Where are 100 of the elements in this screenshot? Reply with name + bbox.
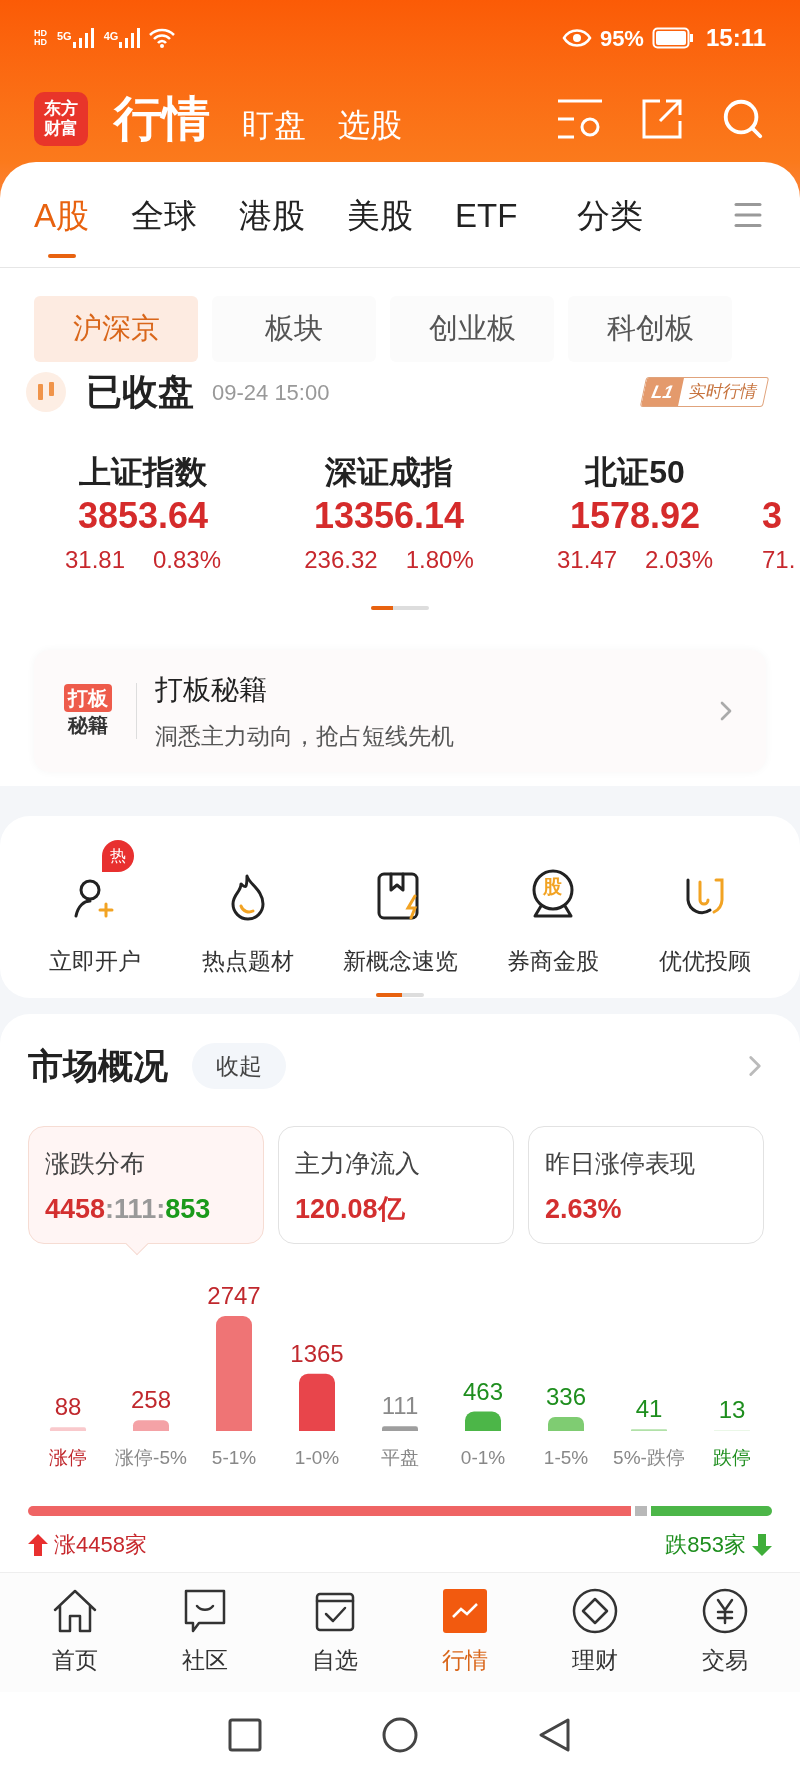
- stat-value: 120.08亿: [295, 1192, 405, 1226]
- promo-subtitle: 洞悉主力动向，抢占短线先机: [155, 721, 454, 751]
- shortcut-label[interactable]: 新概念速览: [342, 944, 458, 979]
- page-indicator: [371, 606, 429, 610]
- shortcut-label[interactable]: 优优投顾: [659, 944, 751, 979]
- sim-label: HD: [34, 29, 47, 38]
- promo-title: 打板秘籍: [155, 672, 268, 707]
- bar-category: 涨停: [49, 1447, 87, 1468]
- list-settings-icon[interactable]: [556, 97, 604, 141]
- index-name: 北证50: [585, 453, 685, 492]
- bar-value: 1365: [290, 1339, 344, 1367]
- app-logo: 东方 财富: [34, 92, 88, 146]
- bar-category: 跌停: [713, 1447, 751, 1468]
- close-time: 09-24 15:00: [212, 378, 330, 407]
- index-value: 3: [762, 494, 783, 538]
- clock: 15:11: [705, 23, 766, 53]
- stat-label: 昨日涨停表现: [545, 1148, 696, 1179]
- shortcut-label[interactable]: 立即开户: [49, 944, 141, 979]
- bar-value: 336: [546, 1382, 586, 1410]
- signal-icon: [71, 28, 94, 48]
- nav-tab[interactable]: 行情: [410, 1587, 520, 1678]
- nav-tab[interactable]: 首页: [20, 1587, 130, 1678]
- bar-category: 5%-跌停: [613, 1447, 685, 1468]
- stat-value: 853: [165, 1192, 211, 1226]
- chat-icon: [183, 1588, 227, 1635]
- bar-category: 0-1%: [460, 1447, 506, 1468]
- index-change: 236.32: [304, 545, 378, 575]
- shortcut-label[interactable]: 热点题材: [201, 944, 294, 979]
- bar-category: 5-1%: [211, 1447, 257, 1468]
- index-change: 71.: [762, 545, 796, 575]
- section-title: 市场概况: [28, 1044, 168, 1087]
- index-percent: 0.83%: [153, 545, 222, 575]
- nav-tab[interactable]: 理财: [540, 1587, 650, 1678]
- up-count: 涨4458家: [54, 1531, 147, 1559]
- stat-label: 主力净流入: [295, 1148, 421, 1179]
- market-tab[interactable]: 港股: [239, 171, 305, 258]
- index-name: 深证成指: [325, 453, 453, 492]
- bar: [465, 1411, 501, 1431]
- back-icon[interactable]: [538, 1717, 572, 1753]
- bar-category: 1-5%: [543, 1447, 589, 1468]
- index-change: 31.81: [64, 545, 125, 575]
- wifi-icon: [148, 27, 177, 49]
- sub-tab[interactable]: 板块: [212, 296, 376, 362]
- promo-banner[interactable]: 打板 秘籍 打板秘籍 洞悉主力动向，抢占短线先机: [34, 650, 766, 772]
- bar-value: 2747: [207, 1282, 261, 1309]
- sub-tab[interactable]: 创业板: [390, 296, 554, 362]
- market-tab[interactable]: 美股: [347, 171, 413, 258]
- sim-label: HD: [34, 38, 47, 47]
- bar-value: 41: [635, 1395, 663, 1423]
- page-indicator: [376, 992, 424, 997]
- market-status: 已收盘: [86, 370, 194, 414]
- bar-value: 13: [718, 1396, 746, 1424]
- bar: [299, 1373, 335, 1431]
- nav-tab[interactable]: 社区: [150, 1587, 260, 1678]
- promo-logo: 打板 秘籍: [58, 684, 118, 738]
- home-circle-icon[interactable]: [382, 1717, 418, 1753]
- down-count: 跌853家: [665, 1531, 746, 1559]
- bar-category: 涨停-5%: [115, 1447, 187, 1468]
- arrow-down-icon: [752, 1533, 772, 1556]
- shortcut-label[interactable]: 券商金股: [506, 944, 599, 979]
- index-value: 3853.64: [77, 494, 209, 538]
- index-percent: 2.03%: [645, 545, 714, 575]
- trend-chart-icon: [443, 1589, 487, 1634]
- collapse-button[interactable]: 收起: [192, 1043, 286, 1089]
- market-tab[interactable]: 全球: [131, 171, 197, 258]
- bar: [548, 1416, 584, 1431]
- index-percent: 1.80%: [405, 545, 474, 575]
- stat-card[interactable]: 主力净流入 120.08亿: [278, 1126, 514, 1244]
- battery-percent: 95%: [599, 24, 644, 53]
- bar: [133, 1420, 169, 1431]
- bar-value: 111: [381, 1392, 419, 1420]
- recent-apps-icon[interactable]: [228, 1718, 262, 1752]
- index-value: 13356.14: [313, 494, 465, 538]
- page-title: 行情: [114, 91, 210, 147]
- diamond-circle-icon: [572, 1588, 618, 1635]
- bar-category: 1-0%: [294, 1447, 340, 1468]
- share-icon[interactable]: [640, 97, 684, 141]
- battery-icon: [651, 27, 694, 49]
- stat-card[interactable]: 昨日涨停表现 2.63%: [528, 1126, 764, 1244]
- sub-tab[interactable]: 科创板: [568, 296, 732, 362]
- stat-value: 4458: [45, 1192, 106, 1226]
- bar: [50, 1427, 86, 1431]
- bar-value: 258: [131, 1386, 171, 1414]
- market-tab[interactable]: 分类: [577, 171, 644, 258]
- nav-tab[interactable]: 交易: [670, 1587, 780, 1678]
- signal-icon: [118, 28, 141, 48]
- index-name: 上证指数: [79, 453, 207, 492]
- nav-tab[interactable]: 自选: [280, 1587, 390, 1678]
- home-icon: [51, 1588, 99, 1635]
- arrow-up-icon: [28, 1533, 48, 1556]
- yen-circle-icon: [702, 1588, 748, 1635]
- index-change: 31.47: [556, 545, 617, 575]
- network-label: 5G: [57, 29, 72, 44]
- hot-badge: 热: [102, 840, 134, 872]
- market-tab[interactable]: ETF: [455, 171, 518, 258]
- stat-value: :: [156, 1192, 166, 1226]
- bar-category: 平盘: [381, 1447, 419, 1468]
- stat-value: :: [105, 1192, 115, 1226]
- network-label: 4G: [103, 29, 119, 44]
- candlestick-icon: [26, 372, 66, 412]
